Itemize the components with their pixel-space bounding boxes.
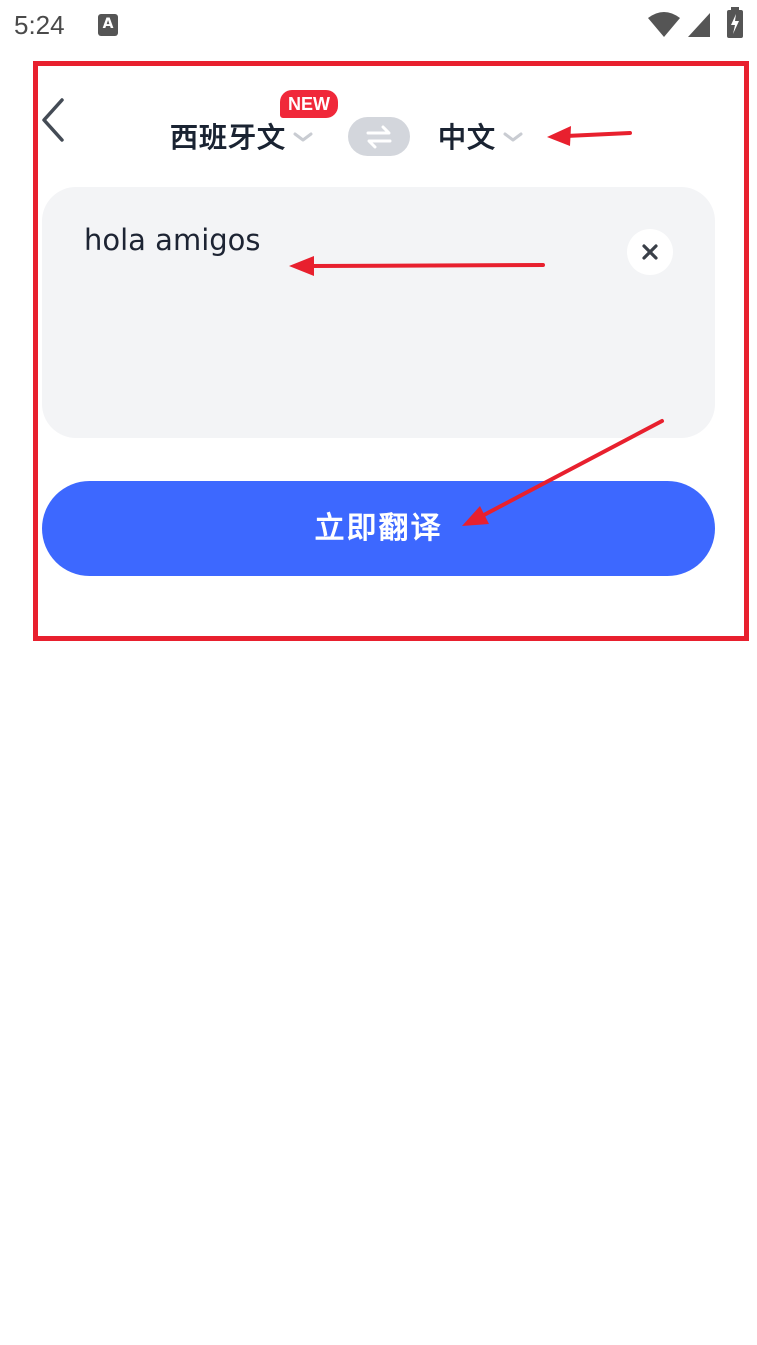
target-language-label: 中文 — [438, 121, 497, 154]
swap-arrows-icon — [366, 125, 392, 149]
target-language-selector[interactable]: 中文 — [438, 116, 524, 156]
signal-icon — [688, 13, 710, 37]
source-text-area[interactable] — [42, 187, 715, 438]
swap-languages-button[interactable] — [348, 117, 410, 156]
new-badge: NEW — [280, 90, 338, 118]
translate-now-button[interactable]: 立即翻译 — [42, 481, 715, 576]
source-language-selector[interactable]: 西班牙文 — [170, 116, 314, 156]
back-arrow-icon[interactable] — [38, 96, 68, 144]
battery-charging-icon — [727, 7, 743, 38]
close-icon — [642, 244, 658, 260]
chevron-down-icon — [503, 132, 523, 142]
chevron-down-icon — [293, 132, 313, 142]
notification-a-icon: A — [98, 14, 118, 36]
wifi-icon — [648, 12, 680, 37]
clear-input-button[interactable] — [627, 229, 673, 275]
status-bar: 5:24 A — [0, 0, 757, 52]
source-language-label: 西班牙文 — [170, 121, 287, 154]
source-text-input[interactable] — [84, 223, 604, 257]
status-time: 5:24 — [14, 10, 65, 40]
